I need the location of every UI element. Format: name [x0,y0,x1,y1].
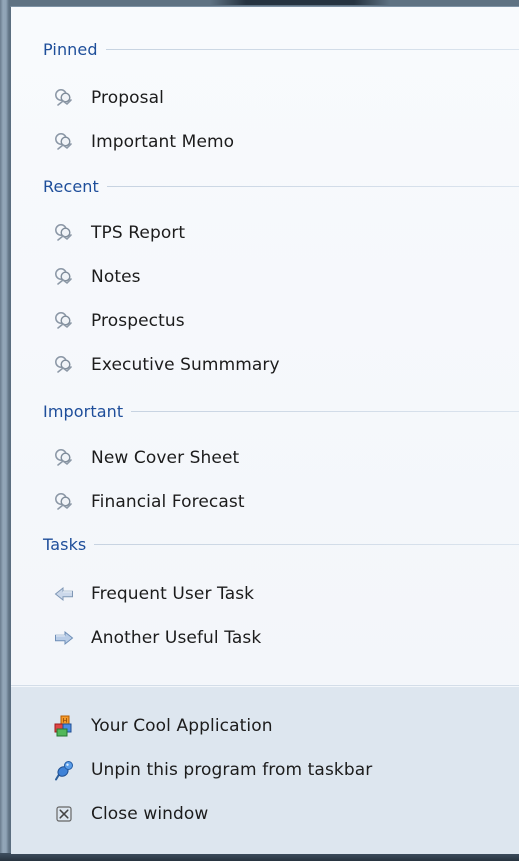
document-people-icon [53,354,75,376]
app-blocks-icon: H [53,715,75,737]
jump-item-label: Executive Summmary [91,355,280,375]
footer-close-label: Close window [91,804,209,824]
jump-item-label: Notes [91,267,141,287]
jump-item-important-memo[interactable]: Important Memo [43,125,503,159]
jump-item-new-cover-sheet[interactable]: New Cover Sheet [43,441,503,475]
frame-bottom-edge [0,853,519,861]
jump-list-footer: H Your Cool Application Unpin this progr… [11,686,519,854]
jump-item-label: Prospectus [91,311,185,331]
category-header-recent: Recent [43,174,519,198]
document-people-icon [53,447,75,469]
footer-unpin-label: Unpin this program from taskbar [91,760,373,780]
task-frequent-user-task[interactable]: Frequent User Task [43,577,503,611]
jump-item-label: Important Memo [91,132,235,152]
document-people-icon [53,310,75,332]
arrow-right-icon [53,627,75,649]
footer-close-window-button[interactable]: Close window [43,797,503,831]
category-header-tasks: Tasks [43,532,519,556]
document-people-icon [53,266,75,288]
document-people-icon [53,491,75,513]
category-divider [105,49,519,50]
jump-item-label: Financial Forecast [91,492,245,512]
jump-item-label: New Cover Sheet [91,448,240,468]
category-header-important: Important [43,399,519,423]
category-label-pinned: Pinned [43,39,98,59]
task-another-useful-task[interactable]: Another Useful Task [43,621,503,655]
jump-item-prospectus[interactable]: Prospectus [43,304,503,338]
jump-list-window-frame: Pinned Proposal Important Memo Recent TP… [0,0,519,861]
footer-app-label: Your Cool Application [91,716,273,736]
jump-item-label: TPS Report [91,223,186,243]
frame-top-highlight [210,0,390,5]
footer-app-launch[interactable]: H Your Cool Application [43,709,503,743]
category-divider [131,411,519,412]
category-label-important: Important [43,401,124,421]
category-header-pinned: Pinned [43,37,519,61]
jump-item-label: Proposal [91,88,164,108]
arrow-left-icon [53,583,75,605]
category-label-tasks: Tasks [43,534,87,554]
category-divider [94,544,519,545]
close-icon [53,803,75,825]
category-divider [106,186,519,187]
jump-list-panel: Pinned Proposal Important Memo Recent TP… [10,6,519,854]
svg-text:H: H [63,718,68,725]
jump-item-notes[interactable]: Notes [43,260,503,294]
document-people-icon [53,222,75,244]
jump-item-financial-forecast[interactable]: Financial Forecast [43,485,503,519]
document-people-icon [53,87,75,109]
category-label-recent: Recent [43,176,99,196]
task-label: Frequent User Task [91,584,255,604]
task-label: Another Useful Task [91,628,262,648]
pin-icon [53,759,75,781]
jump-item-tps-report[interactable]: TPS Report [43,216,503,250]
jump-list-items-area: Pinned Proposal Important Memo Recent TP… [11,7,519,684]
footer-unpin-button[interactable]: Unpin this program from taskbar [43,753,503,787]
jump-item-executive-summmary[interactable]: Executive Summmary [43,348,503,382]
document-people-icon [53,131,75,153]
jump-item-proposal[interactable]: Proposal [43,81,503,115]
